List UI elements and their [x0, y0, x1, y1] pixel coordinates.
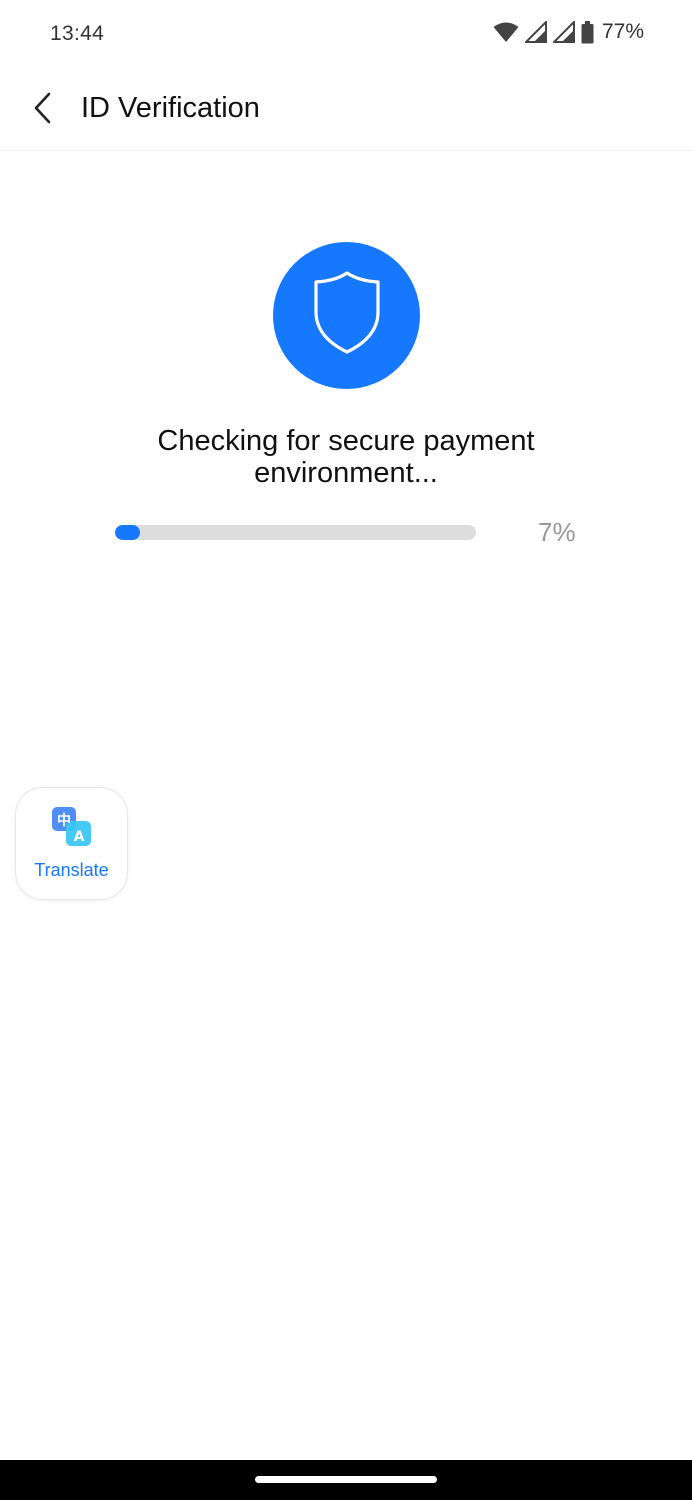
- shield-icon: [311, 270, 383, 361]
- status-time: 13:44: [50, 22, 105, 45]
- status-bar: 13:44 77%: [0, 0, 692, 70]
- signal-icon: [524, 21, 547, 43]
- chevron-left-icon: [31, 91, 53, 130]
- wifi-icon: [493, 21, 519, 43]
- translate-icon: 中 A: [51, 806, 93, 848]
- battery-percent: 77%: [601, 20, 644, 43]
- page-title: ID Verification: [81, 92, 260, 124]
- back-button[interactable]: [22, 88, 62, 132]
- progress-fill: [115, 525, 141, 540]
- progress-bar: [115, 525, 476, 540]
- signal-icon: [552, 21, 575, 43]
- home-indicator[interactable]: [255, 1476, 437, 1483]
- verification-message: Checking for secure payment environment.…: [157, 425, 535, 489]
- translate-label: Translate: [34, 860, 109, 880]
- app-bar: ID Verification: [0, 70, 692, 151]
- progress-percent: 7%: [538, 517, 576, 547]
- system-nav-bar: [0, 1460, 692, 1500]
- translate-button[interactable]: 中 A Translate: [15, 787, 128, 900]
- battery-icon: [581, 20, 594, 44]
- svg-text:A: A: [74, 829, 85, 845]
- status-icons: 77%: [493, 20, 644, 44]
- svg-text:中: 中: [57, 812, 71, 829]
- shield-badge: [273, 242, 420, 389]
